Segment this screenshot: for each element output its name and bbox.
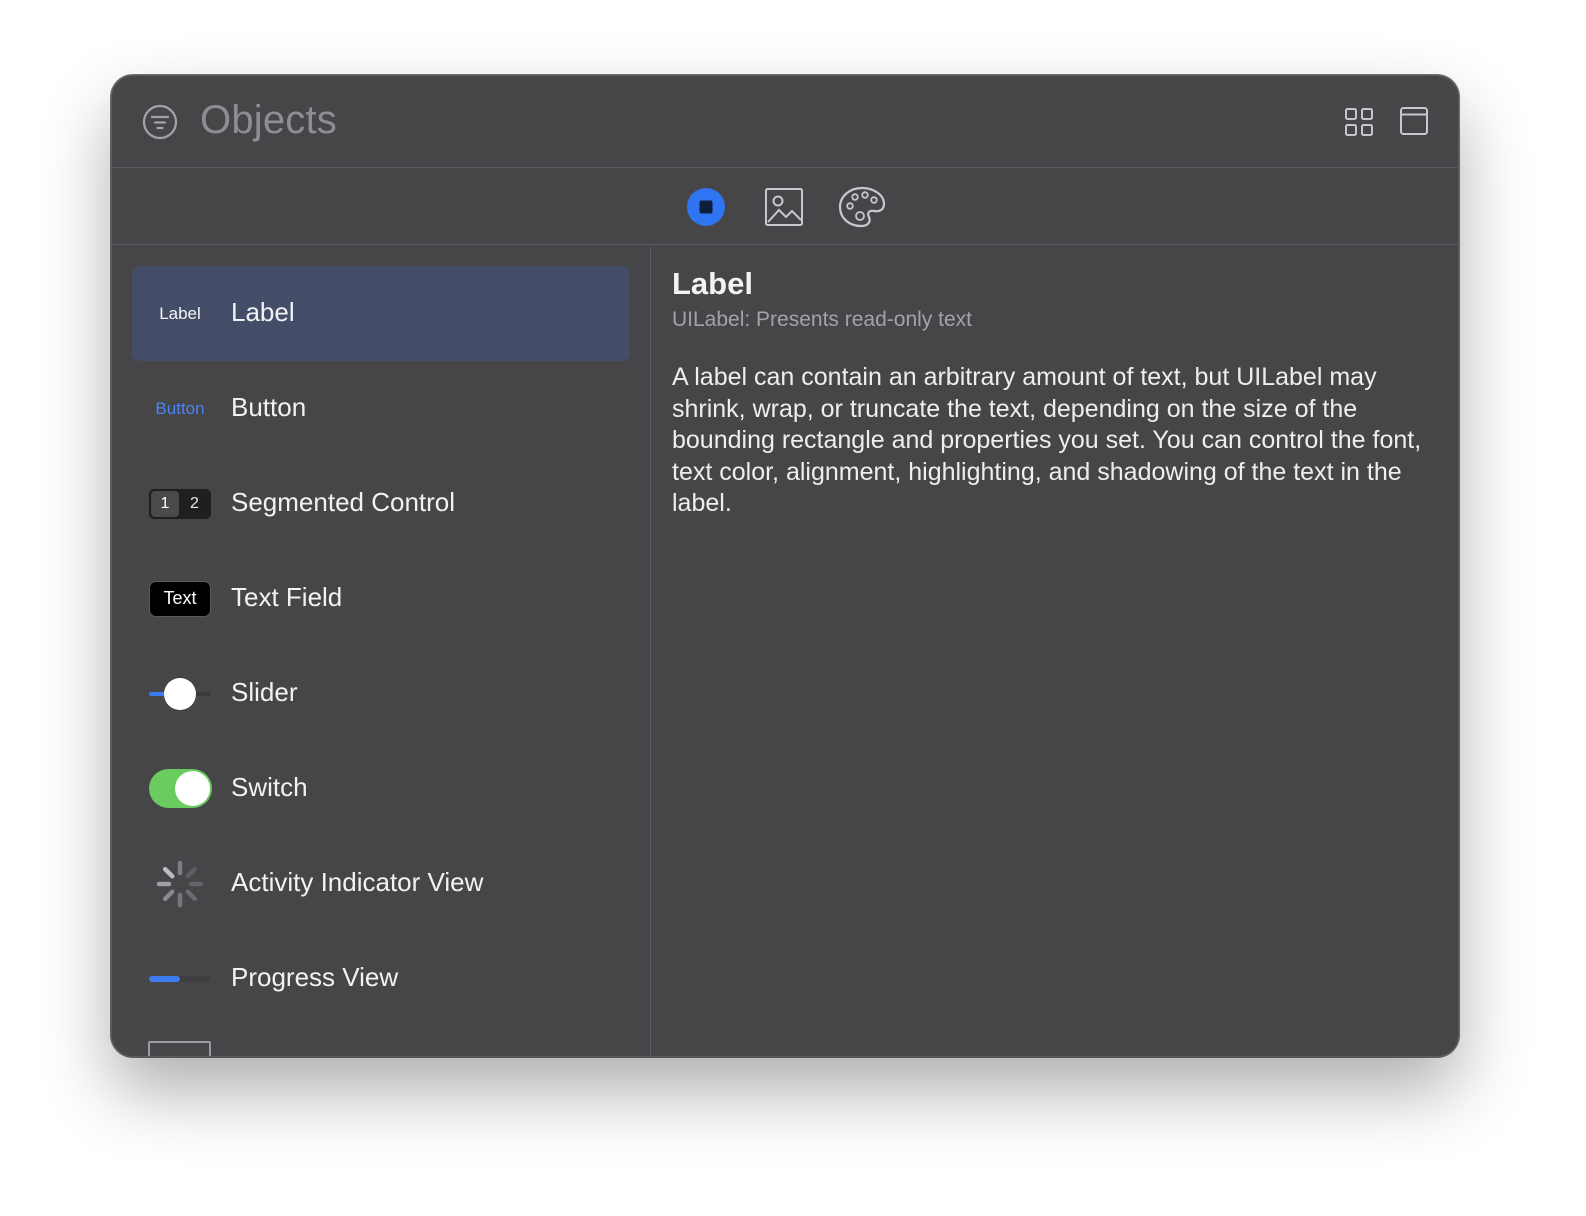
partially-visible-item-thumbnail xyxy=(148,1041,211,1056)
list-item-segmented-control[interactable]: 1 2 Segmented Control xyxy=(132,456,630,551)
library-search-title[interactable]: Objects xyxy=(200,98,337,143)
item-name: Label xyxy=(231,297,295,327)
library-header: Objects xyxy=(112,76,1458,168)
list-item-text-field[interactable]: Text Text Field xyxy=(132,551,630,646)
item-name: Progress View xyxy=(231,962,399,992)
item-name: Text Field xyxy=(231,582,343,612)
text-field-thumbnail: Text xyxy=(148,551,212,646)
switch-preview xyxy=(148,769,212,808)
activity-indicator-thumbnail xyxy=(148,836,212,931)
list-item-slider[interactable]: Slider xyxy=(132,646,630,741)
text-field-preview: Text xyxy=(149,580,211,617)
progress-preview xyxy=(149,975,211,982)
detail-description: A label can contain an arbitrary amount … xyxy=(672,363,1422,518)
detail-pane: Label UILabel: Presents read-only text A… xyxy=(652,246,1458,1056)
slider-thumbnail xyxy=(148,646,212,741)
object-library-window: Objects Label Label Button Button 1 2 Se… xyxy=(111,75,1459,1057)
grid-view-icon[interactable] xyxy=(1344,107,1374,137)
activity-spinner-icon xyxy=(156,860,204,907)
slider-preview xyxy=(149,677,211,710)
colors-library-icon[interactable] xyxy=(838,186,886,228)
list-item-label[interactable]: Label Label xyxy=(132,266,630,361)
object-list[interactable]: Label Label Button Button 1 2 Segmented … xyxy=(112,246,651,1056)
button-thumbnail: Button xyxy=(148,361,212,456)
label-thumbnail: Label xyxy=(148,266,212,361)
segmented-control-preview: 1 2 xyxy=(149,488,211,519)
filter-icon[interactable] xyxy=(142,104,178,140)
item-name: Activity Indicator View xyxy=(231,867,484,897)
detail-title: Label xyxy=(672,266,753,301)
segment-1: 1 xyxy=(151,490,179,517)
segmented-control-thumbnail: 1 2 xyxy=(148,456,212,551)
item-name: Slider xyxy=(231,677,298,707)
segment-2: 2 xyxy=(190,494,199,512)
label-thumbnail-text: Label xyxy=(159,303,201,323)
window-icon[interactable] xyxy=(1399,106,1429,136)
switch-knob xyxy=(174,771,210,806)
progress-view-thumbnail xyxy=(148,931,212,1026)
detail-subtitle: UILabel: Presents read-only text xyxy=(672,308,972,331)
slider-knob xyxy=(164,677,196,710)
media-library-icon[interactable] xyxy=(764,187,804,227)
list-item-progress-view[interactable]: Progress View xyxy=(132,931,630,1026)
item-name: Switch xyxy=(231,772,308,802)
library-type-bar xyxy=(112,168,1458,245)
item-name: Segmented Control xyxy=(231,487,456,517)
button-thumbnail-text: Button xyxy=(155,398,205,418)
objects-library-icon[interactable] xyxy=(686,187,726,227)
item-name: Button xyxy=(231,392,307,422)
list-item-switch[interactable]: Switch xyxy=(132,741,630,836)
list-item-activity-indicator[interactable]: Activity Indicator View xyxy=(132,836,630,931)
list-item-button[interactable]: Button Button xyxy=(132,361,630,456)
switch-thumbnail xyxy=(148,741,212,836)
